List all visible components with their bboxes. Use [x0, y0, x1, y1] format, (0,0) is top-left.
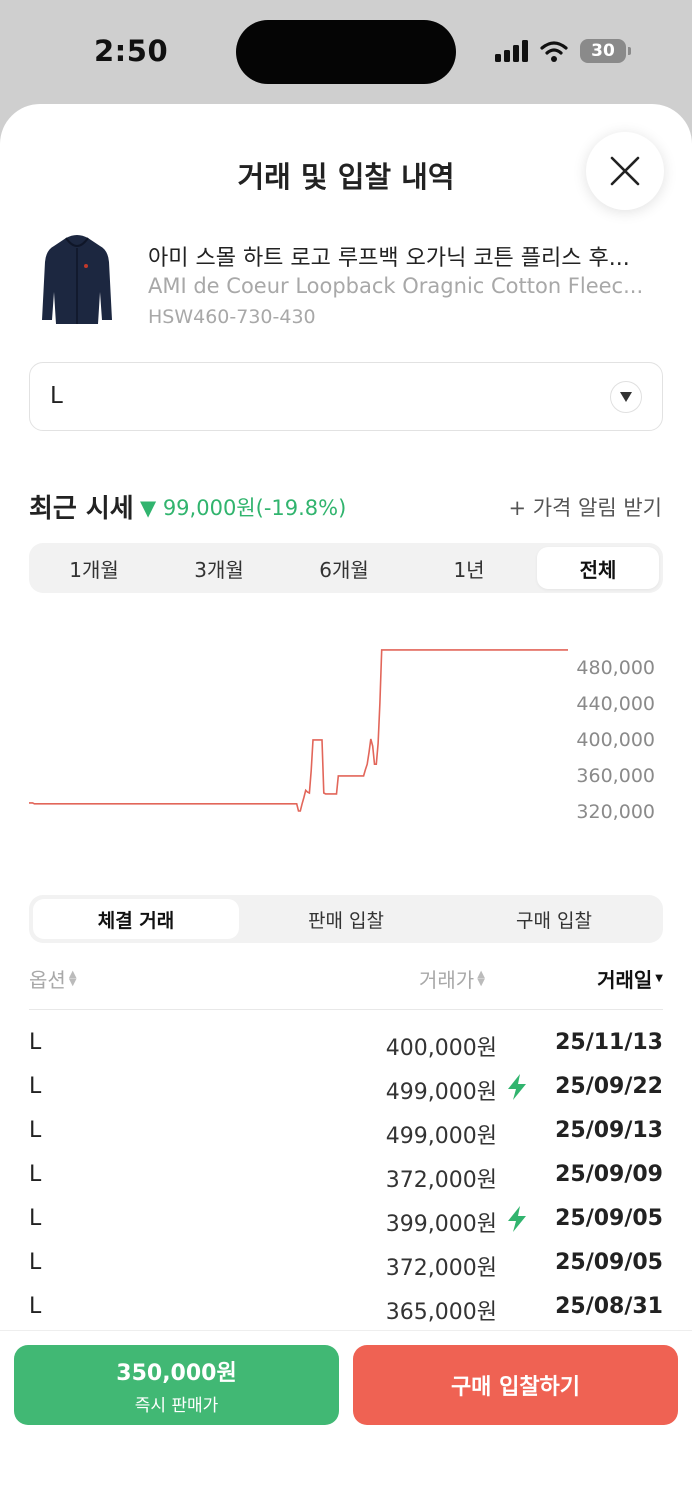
signal-icon: [495, 40, 528, 62]
row-price: 372,000원: [385, 1256, 497, 1281]
period-tab-all[interactable]: 전체: [537, 547, 659, 589]
row-price: 499,000원: [385, 1080, 497, 1105]
row-price: 372,000원: [385, 1168, 497, 1193]
row-price: 400,000원: [385, 1036, 497, 1061]
column-price[interactable]: 거래가 ▲ ▼: [419, 964, 485, 993]
table-row: L 400,000원 25/11/13: [29, 1024, 663, 1068]
instant-sell-button[interactable]: 350,000원 즉시 판매가: [14, 1345, 339, 1425]
trade-rows: L 400,000원 25/11/13 L 499,000원 25/09/22 L 499,0…: [29, 1024, 663, 1332]
column-option-label: 옵션: [29, 968, 66, 992]
table-row: L 499,000원 25/09/13: [29, 1112, 663, 1156]
dynamic-island: [236, 20, 456, 84]
price-chart: 480,000 440,000 400,000 360,000 320,000: [29, 649, 655, 823]
quick-delivery-icon: [508, 1074, 526, 1100]
table-row: L 365,000원 25/08/31: [29, 1288, 663, 1332]
row-price: 399,000원: [385, 1212, 497, 1237]
row-option: L: [29, 1074, 42, 1099]
price-alert-button[interactable]: + 가격 알림 받기: [508, 492, 662, 522]
row-date: 25/09/09: [555, 1162, 663, 1187]
column-date-label: 거래일: [597, 968, 653, 992]
status-icons: 30: [494, 38, 631, 64]
product-code: HSW460-730-430: [148, 306, 316, 328]
trade-history-sheet: 거래 및 입찰 내역 아미 스몰 하트 로고 루프백 오가닉 코튼 플리스 후.…: [0, 104, 692, 1500]
trade-tabs: 체결 거래 판매 입찰 구매 입찰: [29, 895, 663, 943]
row-date: 25/09/13: [555, 1118, 663, 1143]
sort-icon: ▲ ▼: [477, 968, 485, 988]
row-date: 25/11/13: [555, 1030, 663, 1055]
y-tick-label: 440,000: [576, 693, 655, 715]
period-tab-3months[interactable]: 3개월: [158, 547, 280, 589]
quick-delivery-icon: [508, 1206, 526, 1232]
instant-sell-label: 즉시 판매가: [134, 1396, 219, 1416]
row-price: 365,000원: [385, 1300, 497, 1325]
table-row: L 399,000원 25/09/05: [29, 1200, 663, 1244]
row-option: L: [29, 1294, 42, 1319]
period-tab-1year[interactable]: 1년: [408, 547, 530, 589]
recent-price-change: ▼ 99,000원(-19.8%): [140, 496, 347, 520]
period-tab-6months[interactable]: 6개월: [283, 547, 405, 589]
price-line: [29, 649, 568, 812]
product-name-en: AMI de Coeur Loopback Oragnic Cotton Fle…: [148, 274, 644, 298]
close-icon: [610, 156, 640, 186]
y-tick-label: 480,000: [576, 657, 655, 679]
table-row: L 372,000원 25/09/09: [29, 1156, 663, 1200]
period-tabs: 1개월 3개월 6개월 1년 전체: [29, 543, 663, 593]
period-tab-1month[interactable]: 1개월: [33, 547, 155, 589]
y-tick-label: 400,000: [576, 729, 655, 751]
wifi-icon: [540, 41, 568, 62]
recent-price-label: 최근 시세: [29, 494, 134, 524]
status-time: 2:50: [94, 34, 169, 68]
dropdown-arrow-icon: [610, 381, 642, 413]
status-bar: 2:50 30: [0, 0, 692, 104]
table-row: L 372,000원 25/09/05: [29, 1244, 663, 1288]
product-name-ko: 아미 스몰 하트 로고 루프백 오가닉 코튼 플리스 후...: [148, 246, 630, 271]
tab-completed-trades[interactable]: 체결 거래: [33, 899, 239, 939]
y-tick-label: 320,000: [576, 801, 655, 823]
table-header: 옵션 ▲ ▼ 거래가 ▲ ▼ 거래일 ▼: [29, 962, 663, 1010]
y-tick-label: 360,000: [576, 765, 655, 787]
sort-icon: ▲ ▼: [68, 968, 77, 988]
size-select[interactable]: L: [29, 362, 663, 431]
row-date: 25/09/05: [555, 1206, 663, 1231]
row-date: 25/09/22: [555, 1074, 663, 1099]
column-price-label: 거래가: [419, 968, 475, 992]
row-price: 499,000원: [385, 1124, 497, 1149]
close-button[interactable]: [586, 132, 664, 210]
table-row: L 499,000원 25/09/22: [29, 1068, 663, 1112]
buy-bid-button[interactable]: 구매 입찰하기: [353, 1345, 678, 1425]
row-option: L: [29, 1206, 42, 1231]
row-option: L: [29, 1162, 42, 1187]
row-date: 25/08/31: [555, 1294, 663, 1319]
row-option: L: [29, 1118, 42, 1143]
instant-sell-price: 350,000원: [116, 1361, 237, 1386]
battery-icon: 30: [580, 39, 631, 63]
row-date: 25/09/05: [555, 1250, 663, 1275]
tab-buy-bids[interactable]: 구매 입찰: [451, 899, 657, 939]
size-value: L: [50, 383, 63, 409]
bottom-action-bar: 350,000원 즉시 판매가 구매 입찰하기: [0, 1330, 692, 1500]
tab-sell-bids[interactable]: 판매 입찰: [243, 899, 449, 939]
product-image: [42, 235, 112, 324]
row-option: L: [29, 1250, 42, 1275]
row-option: L: [29, 1030, 42, 1055]
column-option[interactable]: 옵션 ▲ ▼: [29, 964, 77, 993]
sort-desc-icon: ▼: [655, 972, 663, 984]
column-date[interactable]: 거래일 ▼: [597, 964, 663, 993]
